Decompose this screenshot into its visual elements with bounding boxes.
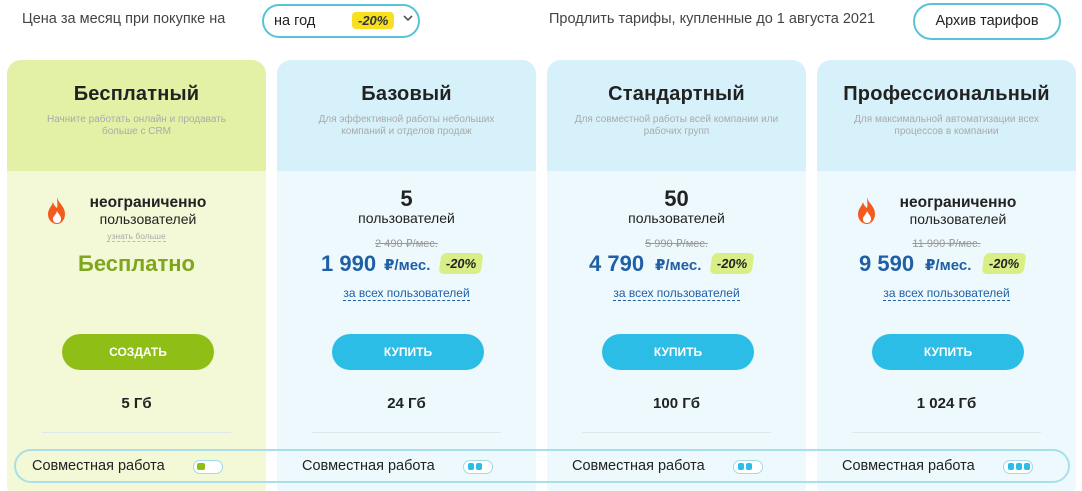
plan-header: Профессиональный Для максимальной автома… (817, 60, 1076, 171)
storage-size: 24 Гб (387, 395, 426, 412)
old-price: 5 990 ₽/мес. (645, 238, 708, 250)
plan-name: Базовый (361, 83, 452, 105)
users-label: пользователей (358, 210, 455, 226)
discount-badge: -20% (709, 253, 755, 274)
price-unit: ₽/мес. (384, 257, 431, 274)
collaboration-standard: Совместная работа (547, 456, 806, 478)
users-unlimited: неограниченно пользователей (45, 194, 245, 234)
plan-card-standard: Стандартный Для совместной работы всей к… (547, 60, 806, 491)
chevron-down-icon (402, 12, 414, 27)
divider (312, 432, 501, 433)
level-dot (1016, 463, 1022, 470)
pricing-toolbar: Цена за месяц при покупке на на год -20%… (0, 0, 1082, 44)
storage-size: 100 Гб (653, 395, 700, 412)
collaboration-free: Совместная работа (7, 456, 266, 478)
discount-badge: -20% (981, 253, 1027, 274)
collaboration-professional: Совместная работа (817, 456, 1076, 478)
plan-description: Для совместной работы всей компании или … (574, 114, 779, 137)
collaboration-label: Совместная работа (842, 458, 975, 474)
period-label: Цена за месяц при покупке на (22, 11, 226, 27)
per-all-users-link[interactable]: за всех пользователей (817, 286, 1076, 301)
collaboration-label: Совместная работа (302, 458, 435, 474)
users-label: пользователей (628, 210, 725, 226)
divider (852, 432, 1041, 433)
renew-label: Продлить тарифы, купленные до 1 августа … (549, 11, 876, 27)
flame-icon (855, 196, 879, 226)
price-unit: ₽/мес. (655, 257, 702, 274)
learn-more-link[interactable]: узнать больше (7, 231, 266, 242)
discount-badge: -20% (438, 253, 484, 274)
plan-description: Для эффективной работы небольших компани… (318, 114, 495, 137)
level-dot (468, 463, 474, 470)
old-price: 2 490 ₽/мес. (375, 238, 438, 250)
collaboration-level-indicator[interactable] (193, 460, 223, 474)
plan-card-basic: Базовый Для эффективной работы небольших… (277, 60, 536, 491)
plan-name: Бесплатный (73, 83, 200, 105)
period-discount-badge: -20% (352, 12, 395, 29)
price-row: 1 990 ₽/мес. -20% (277, 251, 536, 279)
storage-size: 5 Гб (121, 395, 152, 412)
divider (582, 432, 771, 433)
plan-description: Для максимальной автоматизации всех проц… (854, 114, 1039, 137)
flame-icon (45, 196, 69, 226)
users-label: пользователей (909, 211, 1007, 227)
period-select[interactable]: на год -20% (262, 4, 420, 38)
plan-card-professional: Профессиональный Для максимальной автома… (817, 60, 1076, 491)
plan-name: Стандартный (608, 83, 745, 105)
plan-name: Профессиональный (843, 83, 1050, 105)
level-dot (1024, 463, 1030, 470)
price-value: 9 590 (859, 251, 915, 276)
level-dot (738, 463, 744, 470)
collaboration-level-indicator[interactable] (733, 460, 763, 474)
buy-button[interactable]: КУПИТЬ (602, 334, 754, 370)
period-select-value: на год (274, 13, 316, 29)
price-value: 4 790 (589, 251, 645, 276)
users-label: пользователей (99, 211, 197, 227)
users-count: 50 (664, 186, 689, 211)
price-value: 1 990 (321, 251, 377, 276)
plan-header: Бесплатный Начните работать онлайн и про… (7, 60, 266, 171)
price-row: 4 790 ₽/мес. -20% (547, 251, 806, 279)
collaboration-basic: Совместная работа (277, 456, 536, 478)
collaboration-label: Совместная работа (32, 458, 165, 474)
plan-description: Начните работать онлайн и продавать боль… (46, 114, 227, 137)
plan-card-free: Бесплатный Начните работать онлайн и про… (7, 60, 266, 491)
price-free: Бесплатно (78, 251, 195, 276)
price-unit: ₽/мес. (925, 257, 972, 274)
users-count: 5 (400, 186, 413, 211)
storage-size: 1 024 Гб (916, 395, 977, 412)
users-unlimited-title: неограниченно (89, 194, 207, 211)
per-all-users-link[interactable]: за всех пользователей (547, 286, 806, 301)
users-unlimited: неограниченно пользователей (855, 194, 1055, 234)
collaboration-label: Совместная работа (572, 458, 705, 474)
level-dot (197, 463, 205, 470)
level-dot (746, 463, 752, 470)
level-dot (476, 463, 482, 470)
old-price: 11 990 ₽/мес. (912, 238, 981, 250)
plan-header: Стандартный Для совместной работы всей к… (547, 60, 806, 171)
collaboration-level-indicator[interactable] (1003, 460, 1033, 474)
buy-button[interactable]: КУПИТЬ (332, 334, 484, 370)
archive-button[interactable]: Архив тарифов (913, 3, 1061, 40)
per-all-users-link[interactable]: за всех пользователей (277, 286, 536, 301)
divider (42, 432, 231, 433)
collaboration-level-indicator[interactable] (463, 460, 493, 474)
create-button[interactable]: СОЗДАТЬ (62, 334, 214, 370)
plan-header: Базовый Для эффективной работы небольших… (277, 60, 536, 171)
users-unlimited-title: неограниченно (899, 194, 1017, 211)
price-row: 9 590 ₽/мес. -20% (817, 251, 1076, 279)
level-dot (1008, 463, 1014, 470)
buy-button[interactable]: КУПИТЬ (872, 334, 1024, 370)
